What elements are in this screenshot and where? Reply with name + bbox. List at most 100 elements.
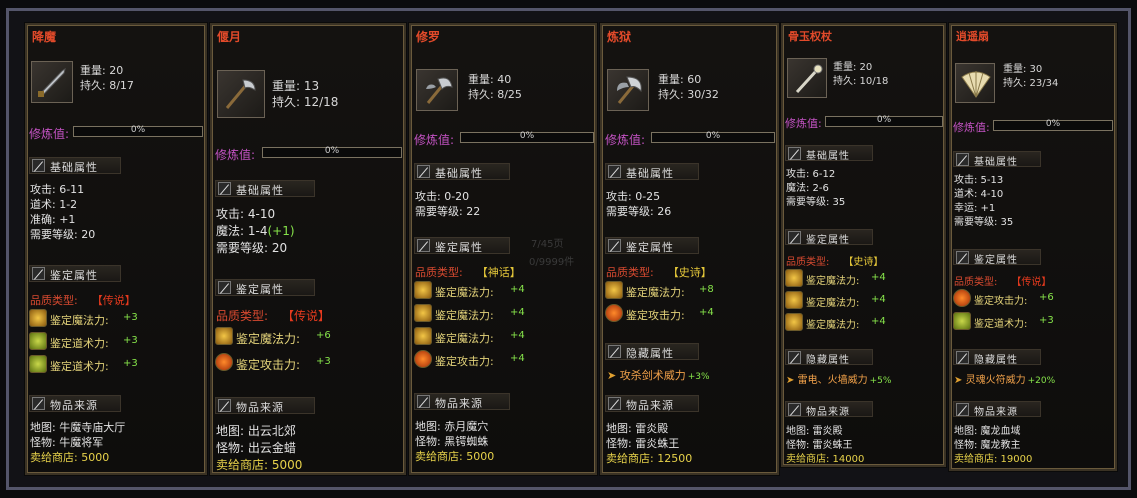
section-basic: 基础属性 xyxy=(785,145,873,162)
refine-percent: 0% xyxy=(705,131,721,141)
arrow-icon: ➤ xyxy=(607,369,617,382)
ability-row: 鉴定魔法力: +4 xyxy=(785,269,944,289)
quality-type: 品质类型: 【史诗】 xyxy=(606,266,712,279)
sword-icon xyxy=(31,61,73,103)
section-basic: 基础属性 xyxy=(414,163,510,180)
hidden-icon xyxy=(608,345,621,358)
ability-row: 鉴定攻击力: +4 xyxy=(414,350,595,370)
item-source: 地图: 出云北郊 怪物: 出云金蜡 卖给商店: 5000 xyxy=(216,423,303,473)
gold-gem-icon xyxy=(785,269,803,287)
ability-row: 鉴定攻击力: +4 xyxy=(605,304,777,324)
sell-price: 卖给商店: 14000 xyxy=(786,454,865,465)
section-appraise: 鉴定属性 xyxy=(953,249,1041,266)
appraise-icon xyxy=(218,281,231,294)
ability-row: 鉴定魔法力: +6 xyxy=(215,327,404,347)
source-icon xyxy=(956,403,969,416)
ability-row: 鉴定魔法力: +4 xyxy=(414,327,595,347)
refine-percent: 0% xyxy=(1045,119,1061,129)
item-weight: 重量: 60 xyxy=(658,73,702,86)
sell-price: 卖给商店: 5000 xyxy=(216,458,303,472)
sword-small-icon xyxy=(788,147,801,160)
axe-icon xyxy=(607,69,649,111)
refine-label: 修炼值: xyxy=(953,121,990,134)
red-gem-icon xyxy=(605,304,623,322)
section-hidden: 隐藏属性 xyxy=(605,343,699,360)
section-basic: 基础属性 xyxy=(29,157,121,174)
section-appraise: 鉴定属性 xyxy=(605,237,699,254)
basic-attributes: 攻击: 0-25 需要等级: 26 xyxy=(606,190,672,218)
sell-price: 卖给商店: 19000 xyxy=(954,454,1033,465)
source-icon xyxy=(32,397,45,410)
basic-attributes: 攻击: 4-10 魔法: 1-4(+1) 需要等级: 20 xyxy=(216,207,295,255)
section-basic: 基础属性 xyxy=(605,163,699,180)
source-map: 地图: 雷炎殿 xyxy=(606,422,669,435)
refine-percent: 0% xyxy=(130,125,146,135)
sell-price: 卖给商店: 5000 xyxy=(415,450,495,463)
item-source: 地图: 赤月魔穴 怪物: 黑锷蜘蛛 卖给商店: 5000 xyxy=(415,419,494,464)
quality-type: 品质类型: 【传说】 xyxy=(954,277,1052,288)
gold-gem-icon xyxy=(605,281,623,299)
section-appraise: 鉴定属性 xyxy=(29,265,121,282)
item-durability: 持久: 8/25 xyxy=(468,88,522,101)
green-gem-icon xyxy=(29,355,47,373)
refine-label: 修炼值: xyxy=(29,127,70,141)
basic-attributes: 攻击: 6-11 道术: 1-2 准确: +1 需要等级: 20 xyxy=(30,183,96,241)
source-icon xyxy=(218,399,231,412)
green-gem-icon xyxy=(29,332,47,350)
tooltip-strip: 降魔 重量: 20 持久: 8/17 修炼值: 0% 基础属性 攻击: 6-11… xyxy=(6,8,1131,490)
item-name: 炼狱 xyxy=(607,30,632,44)
source-icon xyxy=(788,403,801,416)
section-source: 物品来源 xyxy=(605,395,699,412)
appraise-icon xyxy=(788,231,801,244)
refine-label: 修炼值: xyxy=(414,133,455,147)
item-weight: 重量: 30 xyxy=(1003,64,1043,75)
item-name: 修罗 xyxy=(416,30,441,44)
hidden-icon xyxy=(788,351,801,364)
section-source: 物品来源 xyxy=(953,401,1041,418)
red-gem-icon xyxy=(215,353,233,371)
refine-percent: 0% xyxy=(519,131,535,141)
source-monster: 怪物: 雷炎蛛王 xyxy=(606,437,680,450)
glaive-icon xyxy=(217,70,265,118)
hidden-attribute: ➤ 灵魂火符威力 +20% xyxy=(954,375,1056,386)
section-source: 物品来源 xyxy=(29,395,121,412)
sword-small-icon xyxy=(218,182,231,195)
gold-gem-icon xyxy=(785,313,803,331)
item-source: 地图: 魔龙血域 怪物: 魔龙教主 卖给商店: 19000 xyxy=(954,425,1032,467)
item-name: 骨玉权杖 xyxy=(788,30,832,43)
section-basic: 基础属性 xyxy=(215,180,315,197)
item-durability: 持久: 23/34 xyxy=(1003,78,1059,89)
gold-gem-icon xyxy=(414,304,432,322)
source-icon xyxy=(417,395,430,408)
appraise-icon xyxy=(32,267,45,280)
hidden-icon xyxy=(956,351,969,364)
item-weight: 重量: 20 xyxy=(80,64,124,77)
green-gem-icon xyxy=(953,312,971,330)
refine-bar: 修炼值: 0% xyxy=(605,131,777,147)
background-page-hint: 7/45页 xyxy=(531,239,564,250)
gold-gem-icon xyxy=(29,309,47,327)
basic-attributes: 攻击: 5-13 道术: 4-10 幸运: +1 需要等级: 35 xyxy=(954,175,1014,228)
item-card-3: 修罗 重量: 40 持久: 8/25 修炼值: 0% 基础属性 攻击: 0-20… xyxy=(408,22,598,476)
appraise-icon xyxy=(956,251,969,264)
refine-bar: 修炼值: 0% xyxy=(953,119,1115,134)
sword-small-icon xyxy=(608,165,621,178)
quality-type: 品质类型: 【传说】 xyxy=(30,294,136,307)
ability-row: 鉴定攻击力: +3 xyxy=(215,353,404,373)
section-hidden: 隐藏属性 xyxy=(785,349,873,366)
ability-row: 鉴定魔法力: +3 xyxy=(29,309,205,329)
arrow-icon: ➤ xyxy=(786,375,795,386)
item-durability: 持久: 12/18 xyxy=(272,95,339,109)
item-weight: 重量: 13 xyxy=(272,79,320,93)
item-name: 降魔 xyxy=(32,30,57,44)
item-card-5: 骨玉权杖 重量: 20 持久: 10/18 修炼值: 0% 基础属性 攻击: 6… xyxy=(780,22,947,468)
item-source: 地图: 牛魔寺庙大厅 怪物: 牛魔将军 卖给商店: 5000 xyxy=(30,420,125,465)
source-monster: 怪物: 牛魔将军 xyxy=(30,436,104,449)
gold-gem-icon xyxy=(785,291,803,309)
section-appraise: 鉴定属性 xyxy=(215,279,315,296)
hidden-attribute: ➤ 攻杀剑术威力 +3% xyxy=(607,369,710,382)
ability-row: 鉴定道术力: +3 xyxy=(29,332,205,352)
source-monster: 怪物: 魔龙教主 xyxy=(954,440,1021,451)
source-icon xyxy=(608,397,621,410)
ability-row: 鉴定魔法力: +8 xyxy=(605,281,777,301)
